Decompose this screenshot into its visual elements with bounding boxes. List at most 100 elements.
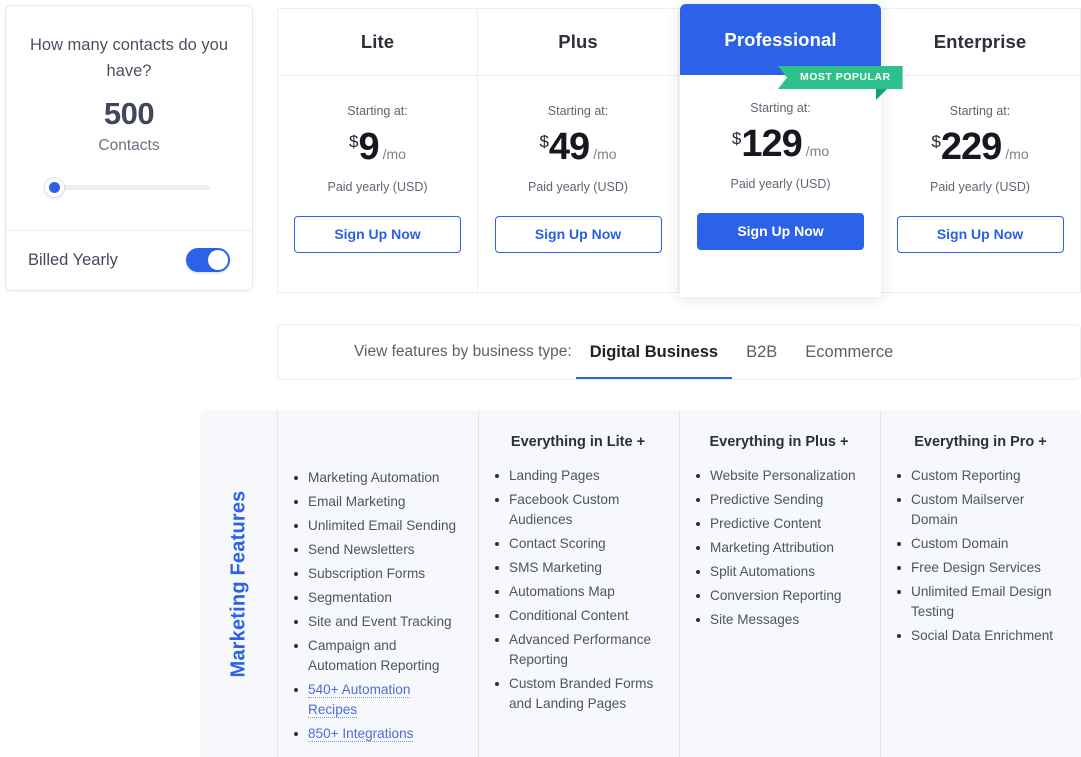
feature-text: Site Messages — [710, 612, 800, 627]
feature-text: Custom Reporting — [911, 468, 1021, 483]
slider-track[interactable] — [47, 185, 210, 190]
contacts-unit-label: Contacts — [98, 137, 160, 154]
price-amount: 229 — [940, 126, 1002, 168]
currency-symbol: $ — [931, 132, 941, 151]
starting-at-label: Starting at: — [347, 104, 408, 118]
list-item: Send Newsletters — [292, 540, 462, 560]
feature-text: Marketing Attribution — [710, 540, 834, 555]
feature-text: Send Newsletters — [308, 542, 415, 557]
plan-card-body: Starting at: $ 49 /mo Paid yearly (USD) … — [478, 76, 678, 253]
feature-text: Free Design Services — [911, 560, 1041, 575]
feature-text: Campaign and Automation Reporting — [308, 638, 440, 673]
list-item: SMS Marketing — [493, 558, 663, 578]
list-item: Unlimited Email Design Testing — [895, 582, 1066, 622]
plan-card-header: Professional — [680, 4, 881, 75]
billing-note: Paid yearly (USD) — [929, 180, 1031, 194]
feature-text: Advanced Performance Reporting — [509, 632, 652, 667]
currency-symbol: $ — [349, 132, 359, 151]
slider-thumb[interactable] — [44, 177, 65, 198]
list-item: Predictive Content — [694, 514, 864, 534]
starting-at-label: Starting at: — [750, 101, 811, 115]
feature-text: Email Marketing — [308, 494, 406, 509]
features-column-title: Everything in Pro + — [914, 434, 1047, 450]
contacts-selector-panel: How many contacts do you have? 500 Conta… — [5, 5, 253, 291]
list-item: Marketing Attribution — [694, 538, 864, 558]
plan-name: Plus — [558, 31, 598, 52]
feature-text: Site and Event Tracking — [308, 614, 452, 629]
list-item: Site and Event Tracking — [292, 612, 462, 632]
price-period: /mo — [805, 143, 830, 159]
billing-note: Paid yearly (USD) — [327, 180, 428, 194]
business-type-tab-bar: View features by business type: Digital … — [277, 324, 1081, 380]
feature-list: Website Personalization Predictive Sendi… — [694, 466, 864, 630]
plan-card-body: Starting at: $ 9 /mo Paid yearly (USD) S… — [278, 76, 477, 253]
feature-text: Conversion Reporting — [710, 588, 842, 603]
list-item: Free Design Services — [895, 558, 1066, 578]
plan-name: Enterprise — [933, 31, 1027, 52]
contacts-count-value: 500 — [103, 96, 155, 131]
list-item: Segmentation — [292, 588, 462, 608]
list-item: Marketing Automation — [292, 468, 462, 488]
feature-text: Contact Scoring — [509, 536, 606, 551]
list-item: Custom Mailserver Domain — [895, 490, 1066, 530]
plan-name: Professional — [724, 28, 837, 50]
feature-text: Split Automations — [710, 564, 816, 579]
sign-up-button-professional[interactable]: Sign Up Now — [697, 213, 864, 250]
business-type-label: View features by business type: — [354, 343, 572, 360]
contacts-question: How many contacts do you have? — [29, 36, 229, 80]
list-item: Custom Reporting — [895, 466, 1066, 486]
contacts-slider[interactable] — [44, 172, 214, 202]
feature-link-integrations[interactable]: 850+ Integrations — [308, 726, 414, 742]
list-item: Advanced Performance Reporting — [493, 630, 663, 670]
plan-card-body: Starting at: $ 229 /mo Paid yearly (USD)… — [880, 76, 1080, 253]
price-row: $ 49 /mo — [478, 128, 678, 166]
list-item: Conditional Content — [493, 606, 663, 626]
contacts-panel-top: How many contacts do you have? 500 Conta… — [6, 6, 252, 222]
billing-label: Billed Yearly — [28, 250, 118, 269]
list-item: Custom Domain — [895, 534, 1066, 554]
features-comparison-section: Marketing Features Marketing Automation … — [200, 410, 1081, 757]
features-category-label: Marketing Features — [227, 490, 249, 677]
list-item: Split Automations — [694, 562, 864, 582]
list-item: Social Data Enrichment — [895, 626, 1066, 646]
billed-yearly-toggle[interactable] — [186, 248, 230, 272]
list-item: Automations Map — [493, 582, 663, 602]
feature-text: SMS Marketing — [509, 560, 602, 575]
features-column-plus: Everything in Lite + Landing Pages Faceb… — [479, 410, 680, 757]
starting-at-label: Starting at: — [547, 104, 609, 118]
feature-text: Website Personalization — [710, 468, 856, 483]
price-period: /mo — [593, 146, 617, 162]
tab-b2b[interactable]: B2B — [732, 325, 791, 379]
plan-card-plus: Plus Starting at: $ 49 /mo Paid yearly (… — [478, 8, 679, 293]
sign-up-button-enterprise[interactable]: Sign Up Now — [896, 216, 1064, 253]
feature-text: Custom Branded Forms and Landing Pages — [509, 676, 654, 711]
feature-text: Custom Domain — [911, 536, 1009, 551]
feature-text: Marketing Automation — [308, 470, 440, 485]
list-item: Predictive Sending — [694, 490, 864, 510]
tab-ecommerce[interactable]: Ecommerce — [791, 325, 907, 379]
list-item: Custom Branded Forms and Landing Pages — [493, 674, 663, 714]
currency-symbol: $ — [731, 129, 742, 148]
sign-up-button-lite[interactable]: Sign Up Now — [294, 216, 461, 253]
plan-card-header: Enterprise — [880, 9, 1080, 76]
plan-name: Lite — [360, 31, 395, 52]
list-item: Website Personalization — [694, 466, 864, 486]
feature-list: Custom Reporting Custom Mailserver Domai… — [895, 466, 1066, 646]
feature-text: Landing Pages — [509, 468, 600, 483]
price-row: $ 229 /mo — [880, 128, 1080, 166]
plan-card-body: Starting at: $ 129 /mo Paid yearly (USD)… — [680, 75, 881, 250]
price-amount: 9 — [358, 126, 379, 168]
feature-text: Predictive Content — [710, 516, 822, 531]
feature-link-automation-recipes[interactable]: 540+ Automation Recipes — [308, 682, 411, 718]
feature-text: Automations Map — [509, 584, 615, 599]
list-item: Email Marketing — [292, 492, 462, 512]
feature-text: Unlimited Email Design Testing — [911, 584, 1052, 619]
toggle-knob — [208, 250, 228, 270]
feature-text: Segmentation — [308, 590, 392, 605]
plan-card-lite: Lite Starting at: $ 9 /mo Paid yearly (U… — [277, 8, 478, 293]
most-popular-badge: MOST POPULAR — [778, 66, 903, 89]
feature-text: Subscription Forms — [308, 566, 426, 581]
price-period: /mo — [382, 146, 406, 162]
sign-up-button-plus[interactable]: Sign Up Now — [494, 216, 662, 253]
tab-digital-business[interactable]: Digital Business — [575, 325, 733, 379]
